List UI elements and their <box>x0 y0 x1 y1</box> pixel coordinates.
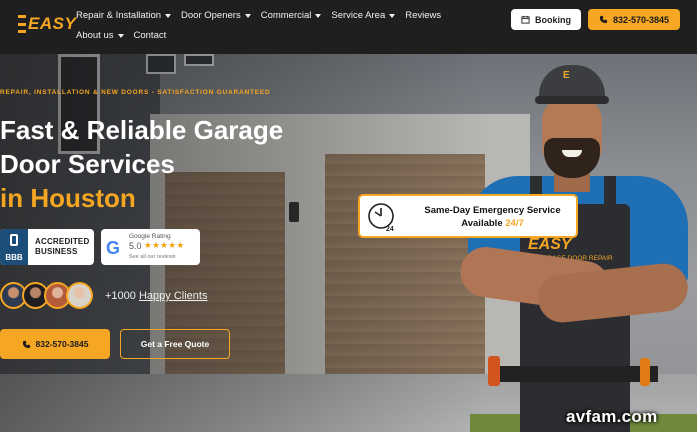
chevron-down-icon <box>389 14 396 18</box>
happy-clients-link[interactable]: Happy Clients <box>139 290 207 302</box>
nav-label: Commercial <box>260 10 312 21</box>
hero-eyebrow: REPAIR, INSTALLATION & NEW DOORS - SATIS… <box>0 89 271 96</box>
logo[interactable]: EASY <box>18 14 76 34</box>
bbb-text: ACCREDITED BUSINESS <box>35 237 89 257</box>
call-button-label: 832-570-3845 <box>35 339 89 349</box>
chevron-down-icon <box>117 34 124 38</box>
availability-hours: 24/7 <box>505 218 524 229</box>
chevron-down-icon <box>315 14 322 18</box>
bbb-line: BUSINESS <box>35 247 78 256</box>
free-quote-button[interactable]: Get a Free Quote <box>120 329 230 359</box>
google-rating-score: 5.0 <box>129 241 142 251</box>
watermark: avfam.com <box>566 407 658 426</box>
emergency-availability: Available 24/7 <box>410 218 575 229</box>
google-reviews-link: See all our reviews <box>129 254 176 260</box>
nav-label: Door Openers <box>181 10 241 21</box>
star-rating-icon: ★★★★★ <box>144 240 185 250</box>
nav-label: Contact <box>133 30 167 41</box>
logo-mark-icon <box>18 15 26 33</box>
chevron-down-icon <box>165 14 172 18</box>
booking-button[interactable]: Booking <box>511 9 581 30</box>
tool-icon <box>488 356 500 386</box>
booking-label: Booking <box>535 14 571 25</box>
google-rating-badge[interactable]: G Google Rating 5.0 ★★★★★ See all our re… <box>101 229 200 265</box>
bbb-mark-text: BBB <box>5 253 23 262</box>
bbb-badge[interactable]: BBB ACCREDITED BUSINESS <box>0 229 94 265</box>
bbb-line: ACCREDITED <box>35 237 90 246</box>
header-phone-label: 832-570-3845 <box>612 14 670 25</box>
tool-belt <box>498 366 658 382</box>
headline-line: Door Services <box>0 149 175 179</box>
technician-beard <box>544 138 600 178</box>
phone-icon <box>599 15 608 24</box>
nav-item-contact[interactable]: Contact <box>134 28 167 44</box>
nav-item-about-us[interactable]: About us <box>76 28 124 44</box>
nav-label: Reviews <box>405 10 442 21</box>
availability-prefix: Available <box>461 218 503 229</box>
free-quote-label: Get a Free Quote <box>140 339 210 349</box>
logo-text: EASY <box>28 14 77 33</box>
calendar-icon <box>521 15 530 24</box>
cap-bill <box>535 96 609 104</box>
call-button[interactable]: 832-570-3845 <box>0 329 110 359</box>
cap-logo: E <box>563 70 570 81</box>
nav-label: About us <box>76 30 114 41</box>
clients-count: +1000 <box>105 290 136 302</box>
nav-item-door-openers[interactable]: Door Openers <box>181 8 251 24</box>
nav-item-repair-installation[interactable]: Repair & Installation <box>76 8 172 24</box>
headline-city: in Houston <box>0 183 136 213</box>
nav-item-reviews[interactable]: Reviews <box>405 8 441 24</box>
google-rating-title: Google Rating <box>129 233 171 240</box>
apron-logo: EASY <box>528 236 572 253</box>
happy-clients: +1000 Happy Clients <box>105 290 207 302</box>
headline-line: Fast & Reliable Garage <box>0 115 284 145</box>
emergency-title: Same-Day Emergency Service <box>424 205 561 216</box>
tool-icon <box>640 358 650 386</box>
header-phone-button[interactable]: 832-570-3845 <box>588 9 680 30</box>
google-g-icon: G <box>106 238 121 258</box>
nav-item-service-area[interactable]: Service Area <box>331 8 396 24</box>
nav-item-commercial[interactable]: Commercial <box>261 8 322 24</box>
main-nav: Repair & Installation Door Openers Comme… <box>76 8 496 44</box>
clock-24-icon: 24 <box>368 203 394 233</box>
nav-label: Repair & Installation <box>76 10 162 21</box>
bbb-logo-icon: BBB <box>0 229 28 265</box>
phone-icon <box>22 340 30 348</box>
avatar <box>66 282 93 309</box>
hero-headline: Fast & Reliable Garage Door Services in … <box>0 113 283 215</box>
technician-photo: EASY GARAGE DOOR REPAIR E <box>457 54 697 432</box>
site-header: EASY Repair & Installation Door Openers … <box>0 0 697 54</box>
emergency-service-card: 24 Same-Day Emergency Service Available … <box>358 194 578 238</box>
client-avatars <box>0 282 93 312</box>
nav-label: Service Area <box>331 10 386 21</box>
chevron-down-icon <box>244 14 251 18</box>
clock-label: 24 <box>386 226 394 233</box>
